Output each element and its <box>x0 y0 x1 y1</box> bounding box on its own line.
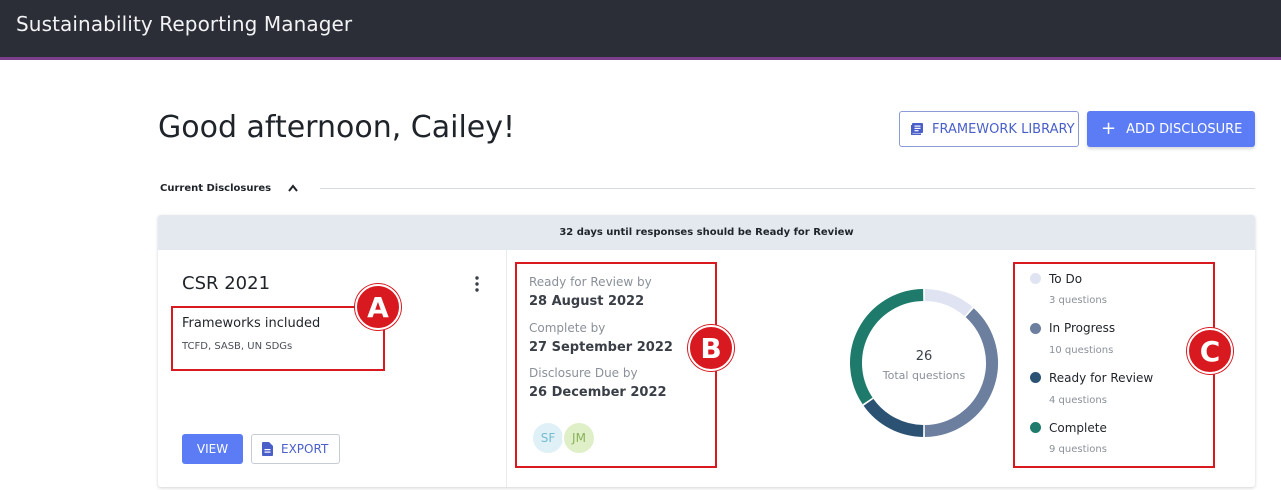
add-disclosure-label: ADD DISCLOSURE <box>1126 121 1243 137</box>
total-questions-value: 26 <box>916 349 933 364</box>
framework-library-label: FRAMEWORK LIBRARY <box>932 121 1075 137</box>
column-divider <box>506 250 507 487</box>
app-title: Sustainability Reporting Manager <box>16 12 353 36</box>
section-label: Current Disclosures <box>160 183 272 194</box>
add-disclosure-button[interactable]: + ADD DISCLOSURE <box>1087 111 1255 147</box>
deadline-banner: 32 days until responses should be Ready … <box>158 215 1255 250</box>
top-app-bar: Sustainability Reporting Manager <box>0 0 1281 60</box>
library-book-icon <box>911 123 923 135</box>
page-title: Good afternoon, Cailey! <box>158 110 516 145</box>
annotation-badge-b: B <box>688 325 734 371</box>
plus-icon: + <box>1101 118 1117 139</box>
highlight-box-c <box>1013 262 1215 468</box>
highlight-box-b <box>515 262 717 468</box>
export-label: EXPORT <box>281 442 329 456</box>
view-button[interactable]: VIEW <box>182 434 243 464</box>
disclosure-title: CSR 2021 <box>182 273 271 294</box>
donut-segment-complete <box>850 289 924 405</box>
donut-segment-ready-for-review <box>863 398 924 437</box>
more-options-icon[interactable] <box>474 275 480 293</box>
donut-segment-to-do <box>924 289 973 317</box>
document-icon <box>262 442 273 456</box>
export-button[interactable]: EXPORT <box>251 434 340 464</box>
questions-donut-chart: 26 Total questions <box>850 289 998 437</box>
annotation-badge-c: C <box>1187 328 1233 374</box>
total-questions-label: Total questions <box>882 369 966 382</box>
highlight-box-a <box>171 306 385 371</box>
annotation-badge-a: A <box>355 284 401 330</box>
disclosure-card: 32 days until responses should be Ready … <box>158 215 1255 487</box>
section-divider <box>320 188 1255 189</box>
framework-library-button[interactable]: FRAMEWORK LIBRARY <box>899 111 1079 147</box>
chevron-up-icon[interactable] <box>287 183 299 193</box>
